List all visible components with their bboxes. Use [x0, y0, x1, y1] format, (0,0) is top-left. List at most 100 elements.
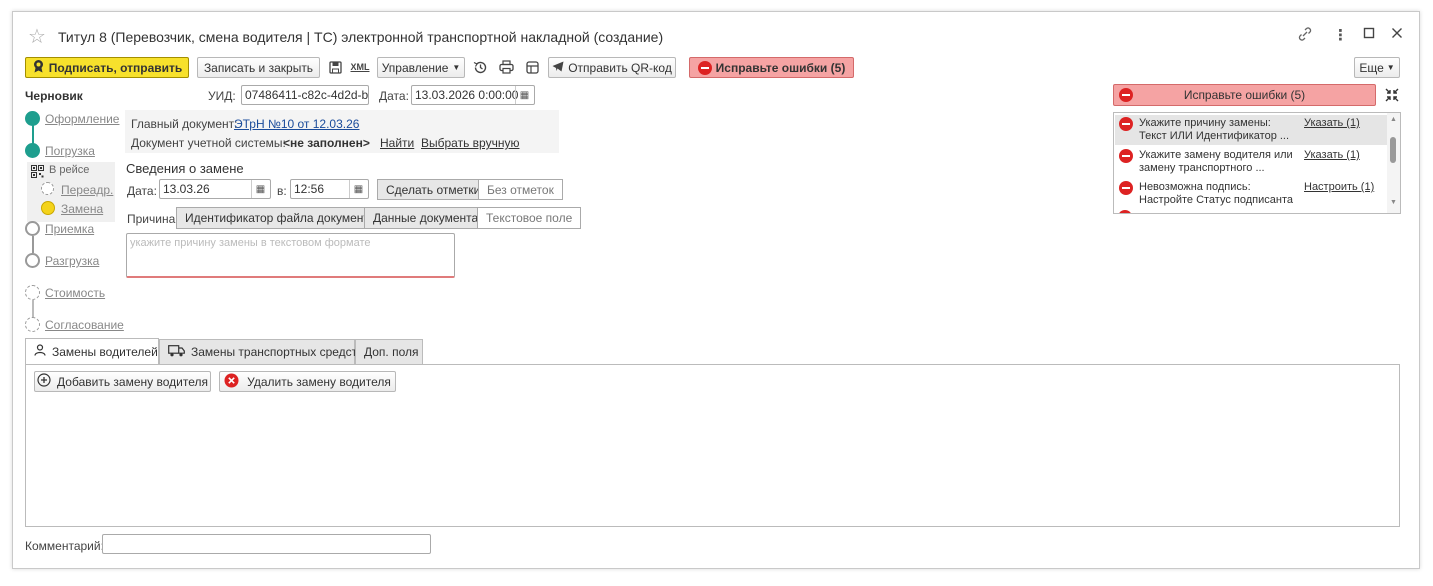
make-marks-toggle[interactable]: Сделать отметки [377, 179, 490, 200]
step-oformlenie[interactable]: Оформление [45, 112, 119, 126]
main-doc-link[interactable]: ЭТрН №10 от 12.03.26 [234, 117, 359, 131]
tab-drivers[interactable]: Замены водителей [25, 338, 159, 364]
add-driver-button[interactable]: Добавить замену водителя [34, 371, 211, 392]
replacement-section-title: Сведения о замене [126, 161, 244, 176]
dropdown-arrow-icon: ▼ [1386, 63, 1395, 72]
scroll-up-icon[interactable]: ▲ [1390, 116, 1397, 123]
tab-content-panel: Добавить замену водителя Удалить замену … [25, 364, 1400, 527]
reason-label: Причина: [127, 212, 179, 226]
error-text: Укажите причину замены: Текст ИЛИ Иденти… [1139, 117, 1290, 142]
step-priemka[interactable]: Приемка [45, 222, 94, 236]
uid-field[interactable]: 07486411-c82c-4d2d-b69 [241, 85, 369, 105]
close-icon[interactable] [1391, 26, 1403, 43]
window-title: Титул 8 (Перевозчик, смена водителя | ТС… [58, 29, 664, 45]
error-action-link[interactable]: Настроить (1) [1304, 181, 1374, 193]
step-razgruzka[interactable]: Разгрузка [45, 254, 99, 268]
acc-doc-value: <не заполнен> [283, 136, 370, 150]
error-text: Укажите замену водителя или замену транс… [1139, 149, 1293, 174]
document-window: ☆ Титул 8 (Перевозчик, смена водителя | … [12, 11, 1420, 569]
date-value: 13.03.2026 0:00:00 [415, 88, 519, 102]
xml-icon[interactable]: XML [351, 58, 370, 76]
tab-vehicles-label: Замены транспортных средств [191, 345, 364, 359]
save-close-button[interactable]: Записать и закрыть [197, 57, 320, 78]
more-label: Еще [1359, 60, 1384, 75]
add-driver-label: Добавить замену водителя [57, 374, 208, 389]
tab-vehicles[interactable]: Замены транспортных средств [159, 339, 364, 364]
error-text: Невозможна подпись: Настройте Статус под… [1139, 181, 1293, 206]
error-icon [1119, 117, 1133, 131]
reason-opt-text[interactable]: Текстовое поле [477, 207, 582, 229]
save-close-label: Записать и закрыть [203, 60, 314, 75]
step-empty-icon [25, 253, 40, 268]
error-item[interactable]: Укажите замену водителя или замену транс… [1115, 147, 1387, 177]
step-empty-icon [25, 221, 40, 236]
error-action-link[interactable]: Указать (1) [1304, 117, 1360, 129]
step-connector [32, 236, 34, 253]
errors-panel-title: Исправьте ошибки (5) [1183, 88, 1306, 102]
plus-circle-icon [37, 373, 51, 390]
collapse-icon[interactable] [1383, 86, 1401, 104]
history-icon[interactable] [471, 58, 489, 76]
more-button[interactable]: Еще ▼ [1354, 57, 1400, 78]
step-pogruzka[interactable]: Погрузка [45, 144, 95, 158]
favorite-star-icon[interactable]: ☆ [28, 24, 46, 49]
dropdown-arrow-icon: ▼ [452, 63, 461, 72]
step-connector [32, 300, 34, 317]
step-stoimost[interactable]: Стоимость [45, 286, 105, 300]
step-current-icon [41, 201, 55, 215]
telegram-icon [552, 61, 564, 75]
choose-manual-link[interactable]: Выбрать вручную [421, 136, 519, 150]
truck-icon [168, 344, 185, 360]
step-soglasovanie[interactable]: Согласование [45, 318, 124, 332]
uid-label: УИД: [208, 89, 236, 103]
scroll-thumb[interactable] [1390, 137, 1396, 163]
structure-icon[interactable] [523, 58, 541, 76]
error-icon [1119, 149, 1133, 163]
reason-placeholder: укажите причину замены в текстовом форма… [130, 237, 371, 249]
link-icon[interactable] [1297, 26, 1313, 46]
reason-opt-file-id[interactable]: Идентификатор файла документа [176, 207, 385, 229]
save-icon[interactable] [326, 58, 344, 76]
error-icon [1118, 210, 1132, 213]
qr-icon[interactable] [28, 162, 46, 180]
comment-field[interactable] [102, 534, 431, 554]
step-pereadr[interactable]: Переадр. [61, 183, 113, 197]
errors-panel-header[interactable]: Исправьте ошибки (5) [1113, 84, 1376, 106]
reason-textarea[interactable]: укажите причину замены в текстовом форма… [126, 233, 455, 278]
person-icon [34, 344, 46, 359]
sign-send-button[interactable]: Подписать, отправить [25, 57, 189, 78]
print-icon[interactable] [497, 58, 515, 76]
error-item[interactable]: Невозможна подпись: Настройте Статус под… [1115, 179, 1387, 209]
error-item[interactable]: Укажите причину замены: Текст ИЛИ Иденти… [1115, 115, 1387, 145]
step-pending-icon [41, 182, 54, 195]
scroll-down-icon[interactable]: ▼ [1390, 199, 1397, 206]
send-qr-label: Отправить QR-код [568, 60, 672, 75]
errors-list: Укажите причину замены: Текст ИЛИ Иденти… [1113, 112, 1401, 214]
error-icon [1119, 88, 1133, 102]
tab-extra-fields[interactable]: Доп. поля [355, 339, 423, 364]
fix-errors-button[interactable]: Исправьте ошибки (5) [689, 57, 854, 78]
step-zamena[interactable]: Замена [61, 202, 103, 216]
no-marks-toggle[interactable]: Без отметок [478, 179, 563, 200]
repl-date-label: Дата: [127, 184, 157, 198]
main-doc-label: Главный документ: [131, 117, 238, 131]
maximize-icon[interactable] [1363, 26, 1375, 43]
find-link[interactable]: Найти [380, 136, 414, 150]
manage-label: Управление [381, 60, 449, 75]
step-pending-icon [25, 285, 40, 300]
delete-driver-button[interactable]: Удалить замену водителя [219, 371, 396, 392]
fix-errors-label: Исправьте ошибки (5) [715, 60, 846, 75]
step-done-icon [25, 143, 40, 158]
error-icon [697, 60, 712, 75]
send-qr-button[interactable]: Отправить QR-код [548, 57, 676, 78]
more-vertical-icon[interactable]: ⋮ [1333, 26, 1348, 44]
manage-dropdown[interactable]: Управление ▼ [377, 57, 465, 78]
reason-opt-doc-data[interactable]: Данные документа [364, 207, 488, 229]
time-picker-icon[interactable]: ▦ [349, 180, 367, 198]
delete-circle-icon [224, 373, 239, 391]
calendar-icon[interactable]: ▦ [251, 180, 269, 198]
tab-drivers-label: Замены водителей [52, 344, 158, 359]
errors-scrollbar[interactable]: ▲ ▼ [1387, 113, 1400, 213]
error-action-link[interactable]: Указать (1) [1304, 149, 1360, 161]
calendar-icon[interactable]: ▦ [515, 86, 533, 104]
